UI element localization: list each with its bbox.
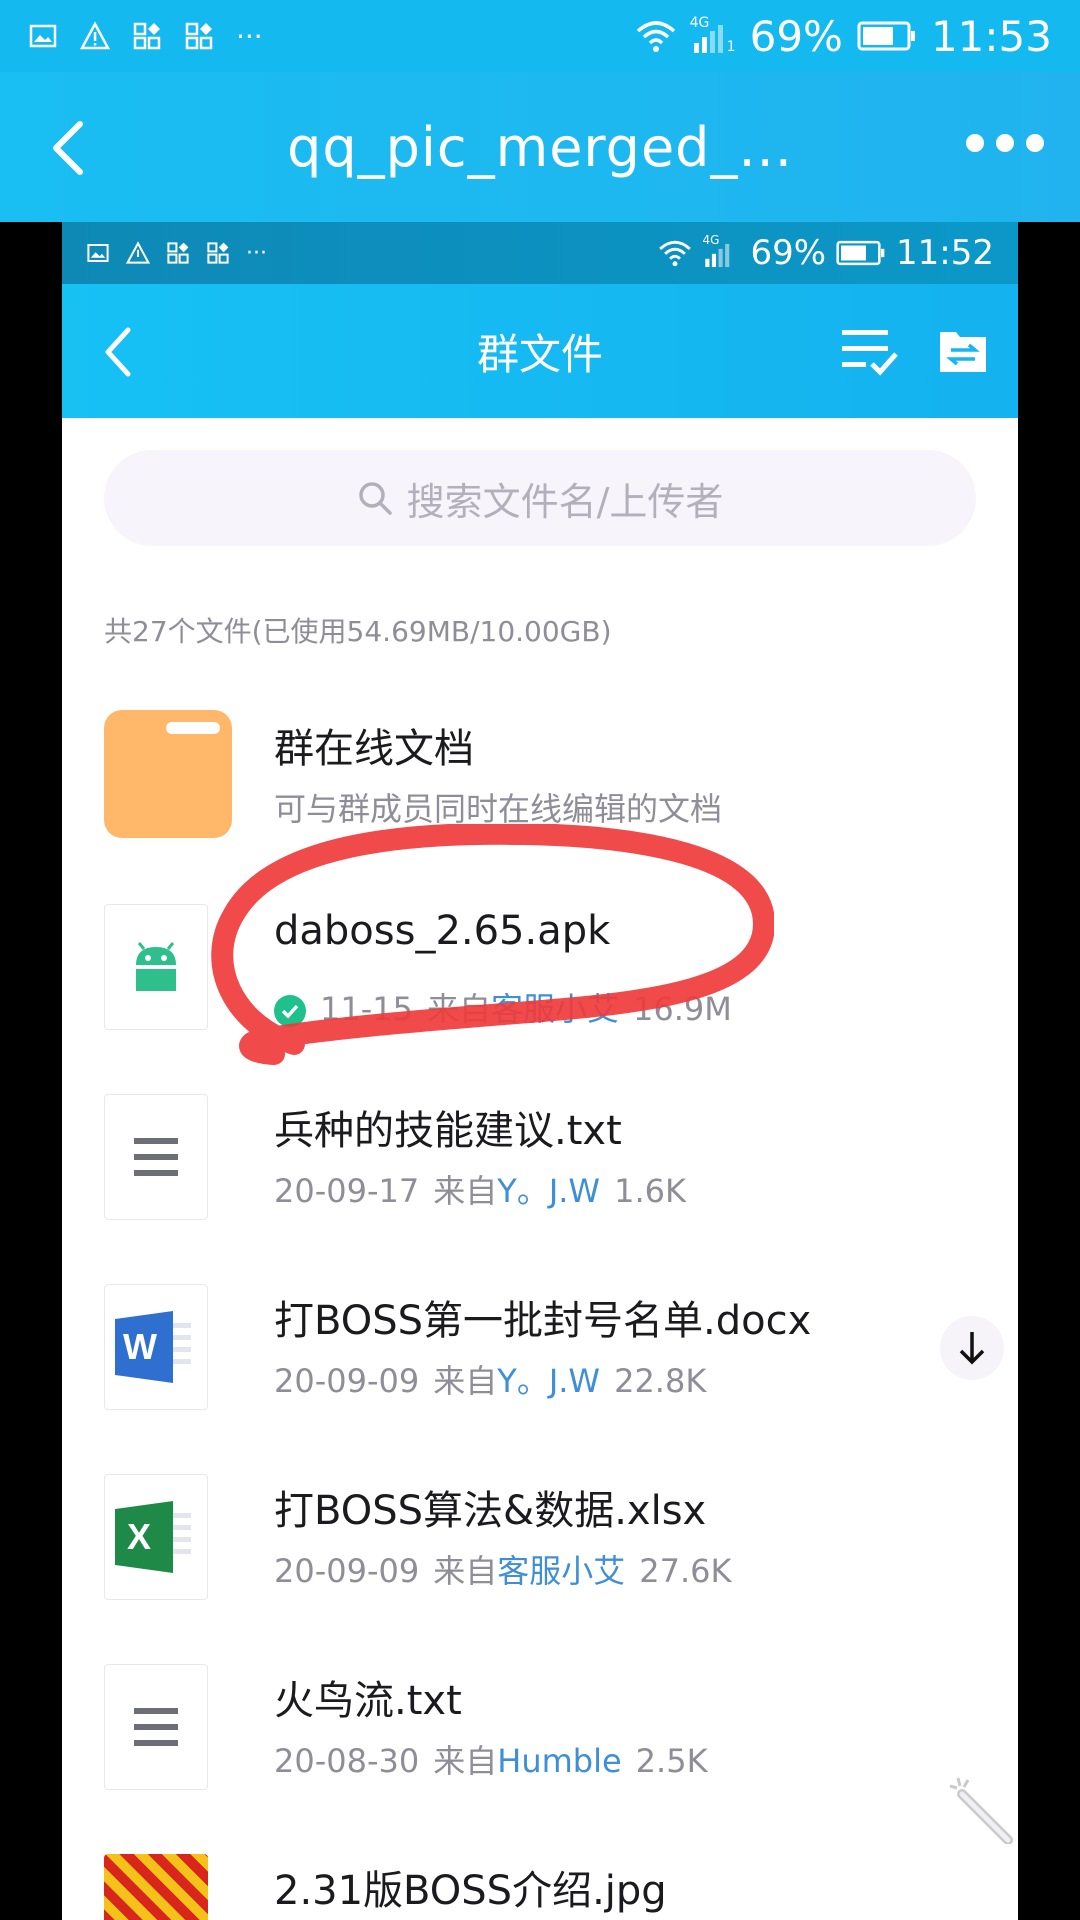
uploader-link[interactable]: Y。J.W — [497, 1362, 600, 1400]
list-item[interactable]: W 打BOSS第一批封号名单.docx 20-09-09 来自Y。J.W 22.8K — [104, 1284, 1004, 1414]
battery-percent: 69% — [749, 11, 843, 61]
multi-select-icon[interactable] — [840, 324, 900, 378]
clock: 11:53 — [930, 11, 1052, 61]
clock: 11:52 — [896, 233, 994, 273]
file-date: 20-09-09 — [274, 1362, 420, 1400]
file-meta: 20-09-09 来自Y。J.W 22.8K — [274, 1356, 720, 1402]
file-size: 16.9M — [633, 990, 732, 1028]
image-thumbnail — [104, 1854, 208, 1920]
file-subtitle: 可与群成员同时在线编辑的文档 — [274, 790, 723, 828]
inner-screenshot: ··· 4G 69% 11:52 群文件 搜索文件名/上传者 共27个文件(已使… — [62, 222, 1018, 1920]
gallery-notification-icon — [87, 244, 109, 262]
page-title: 群文件 — [476, 329, 603, 379]
list-item[interactable]: 2.31版BOSS介绍.jpg — [104, 1854, 1004, 1920]
file-meta: 20-09-17 来自Y。J.W 1.6K — [274, 1166, 700, 1212]
downloaded-check-icon — [274, 995, 306, 1027]
list-item[interactable]: daboss_2.65.apk 11-15 来自客服小艾 16.9M — [104, 904, 1004, 1034]
svg-text:W: W — [123, 1326, 157, 1367]
uploader-link[interactable]: 客服小艾 — [497, 1552, 625, 1590]
gallery-notification-icon — [29, 24, 57, 48]
from-prefix: 来自 — [433, 1742, 498, 1780]
signal-icon: 4G — [702, 233, 740, 269]
file-size: 22.8K — [614, 1362, 707, 1400]
android-icon — [104, 904, 208, 1030]
back-arrow-icon[interactable] — [48, 118, 88, 178]
file-name: 火鸟流.txt — [274, 1678, 462, 1724]
page-title: qq_pic_merged_... — [287, 115, 793, 179]
battery-percent: 69% — [750, 233, 827, 273]
text-file-icon — [104, 1664, 208, 1790]
file-name: 打BOSS第一批封号名单.docx — [274, 1298, 812, 1344]
app-notification-icon — [133, 22, 161, 50]
group-files-header: 群文件 — [62, 284, 1018, 418]
warning-notification-icon — [126, 241, 150, 264]
download-arrow-icon — [959, 1332, 985, 1365]
text-file-icon — [104, 1094, 208, 1220]
search-placeholder: 搜索文件名/上传者 — [406, 479, 724, 524]
search-input[interactable]: 搜索文件名/上传者 — [104, 450, 976, 546]
file-meta: 20-09-09 来自客服小艾 27.6K — [274, 1546, 746, 1592]
word-icon: W — [104, 1284, 208, 1410]
file-name: 打BOSS算法&数据.xlsx — [274, 1488, 707, 1534]
wifi-icon — [659, 240, 692, 267]
download-button[interactable] — [940, 1316, 1004, 1380]
file-date: 20-09-17 — [274, 1172, 420, 1210]
file-date: 20-09-09 — [274, 1552, 420, 1590]
outer-header: qq_pic_merged_... — [0, 72, 1080, 222]
more-menu-icon[interactable] — [966, 134, 1044, 152]
file-name: 兵种的技能建议.txt — [274, 1108, 622, 1154]
app-notification-icon — [167, 242, 189, 264]
warning-notification-icon — [80, 21, 110, 50]
list-item[interactable]: 火鸟流.txt 20-08-30 来自Humble 2.5K — [104, 1664, 1004, 1794]
file-name: daboss_2.65.apk — [274, 908, 611, 954]
search-icon — [358, 482, 392, 515]
list-item[interactable]: 兵种的技能建议.txt 20-09-17 来自Y。J.W 1.6K — [104, 1094, 1004, 1224]
battery-icon — [836, 240, 885, 266]
file-meta: 20-08-30 来自Humble 2.5K — [274, 1736, 722, 1782]
app-notification-icon — [185, 22, 213, 50]
folder-icon — [104, 710, 232, 838]
sim-number: 1 — [726, 39, 736, 55]
file-date: 20-08-30 — [274, 1742, 420, 1780]
svg-text:X: X — [127, 1516, 151, 1557]
file-meta: 11-15 来自客服小艾 16.9M — [274, 984, 746, 1030]
more-notifications: ··· — [236, 19, 263, 53]
from-prefix: 来自 — [433, 1362, 498, 1400]
wifi-icon — [636, 21, 675, 52]
transfer-folder-icon[interactable] — [936, 324, 990, 378]
storage-summary: 共27个文件(已使用54.69MB/10.00GB) — [104, 615, 612, 648]
file-size: 27.6K — [639, 1552, 732, 1590]
file-size: 2.5K — [635, 1742, 708, 1780]
more-notifications: ··· — [246, 240, 267, 266]
from-prefix: 来自 — [433, 1172, 498, 1210]
inner-status-bar: ··· 4G 69% 11:52 — [62, 222, 1018, 284]
excel-icon: X — [104, 1474, 208, 1600]
file-name: 群在线文档 — [274, 726, 474, 772]
from-prefix: 来自 — [433, 1552, 498, 1590]
file-name: 2.31版BOSS介绍.jpg — [274, 1868, 667, 1914]
uploader-link[interactable]: 客服小艾 — [491, 990, 619, 1028]
magic-wand-icon[interactable] — [948, 1774, 1018, 1844]
signal-icon: 4G 1 — [690, 15, 736, 55]
uploader-link[interactable]: Humble — [497, 1742, 621, 1780]
app-notification-icon — [207, 242, 229, 264]
from-prefix: 来自 — [426, 990, 491, 1028]
uploader-link[interactable]: Y。J.W — [497, 1172, 600, 1210]
file-date: 11-15 — [320, 990, 413, 1028]
file-size: 1.6K — [614, 1172, 686, 1210]
battery-icon — [857, 21, 915, 51]
list-item[interactable]: X 打BOSS算法&数据.xlsx 20-09-09 来自客服小艾 27.6K — [104, 1474, 1004, 1604]
back-arrow-icon[interactable] — [102, 326, 134, 378]
outer-status-bar: ··· 4G 1 69% 11:53 — [0, 0, 1080, 72]
list-item[interactable]: 群在线文档 可与群成员同时在线编辑的文档 — [104, 710, 1004, 840]
